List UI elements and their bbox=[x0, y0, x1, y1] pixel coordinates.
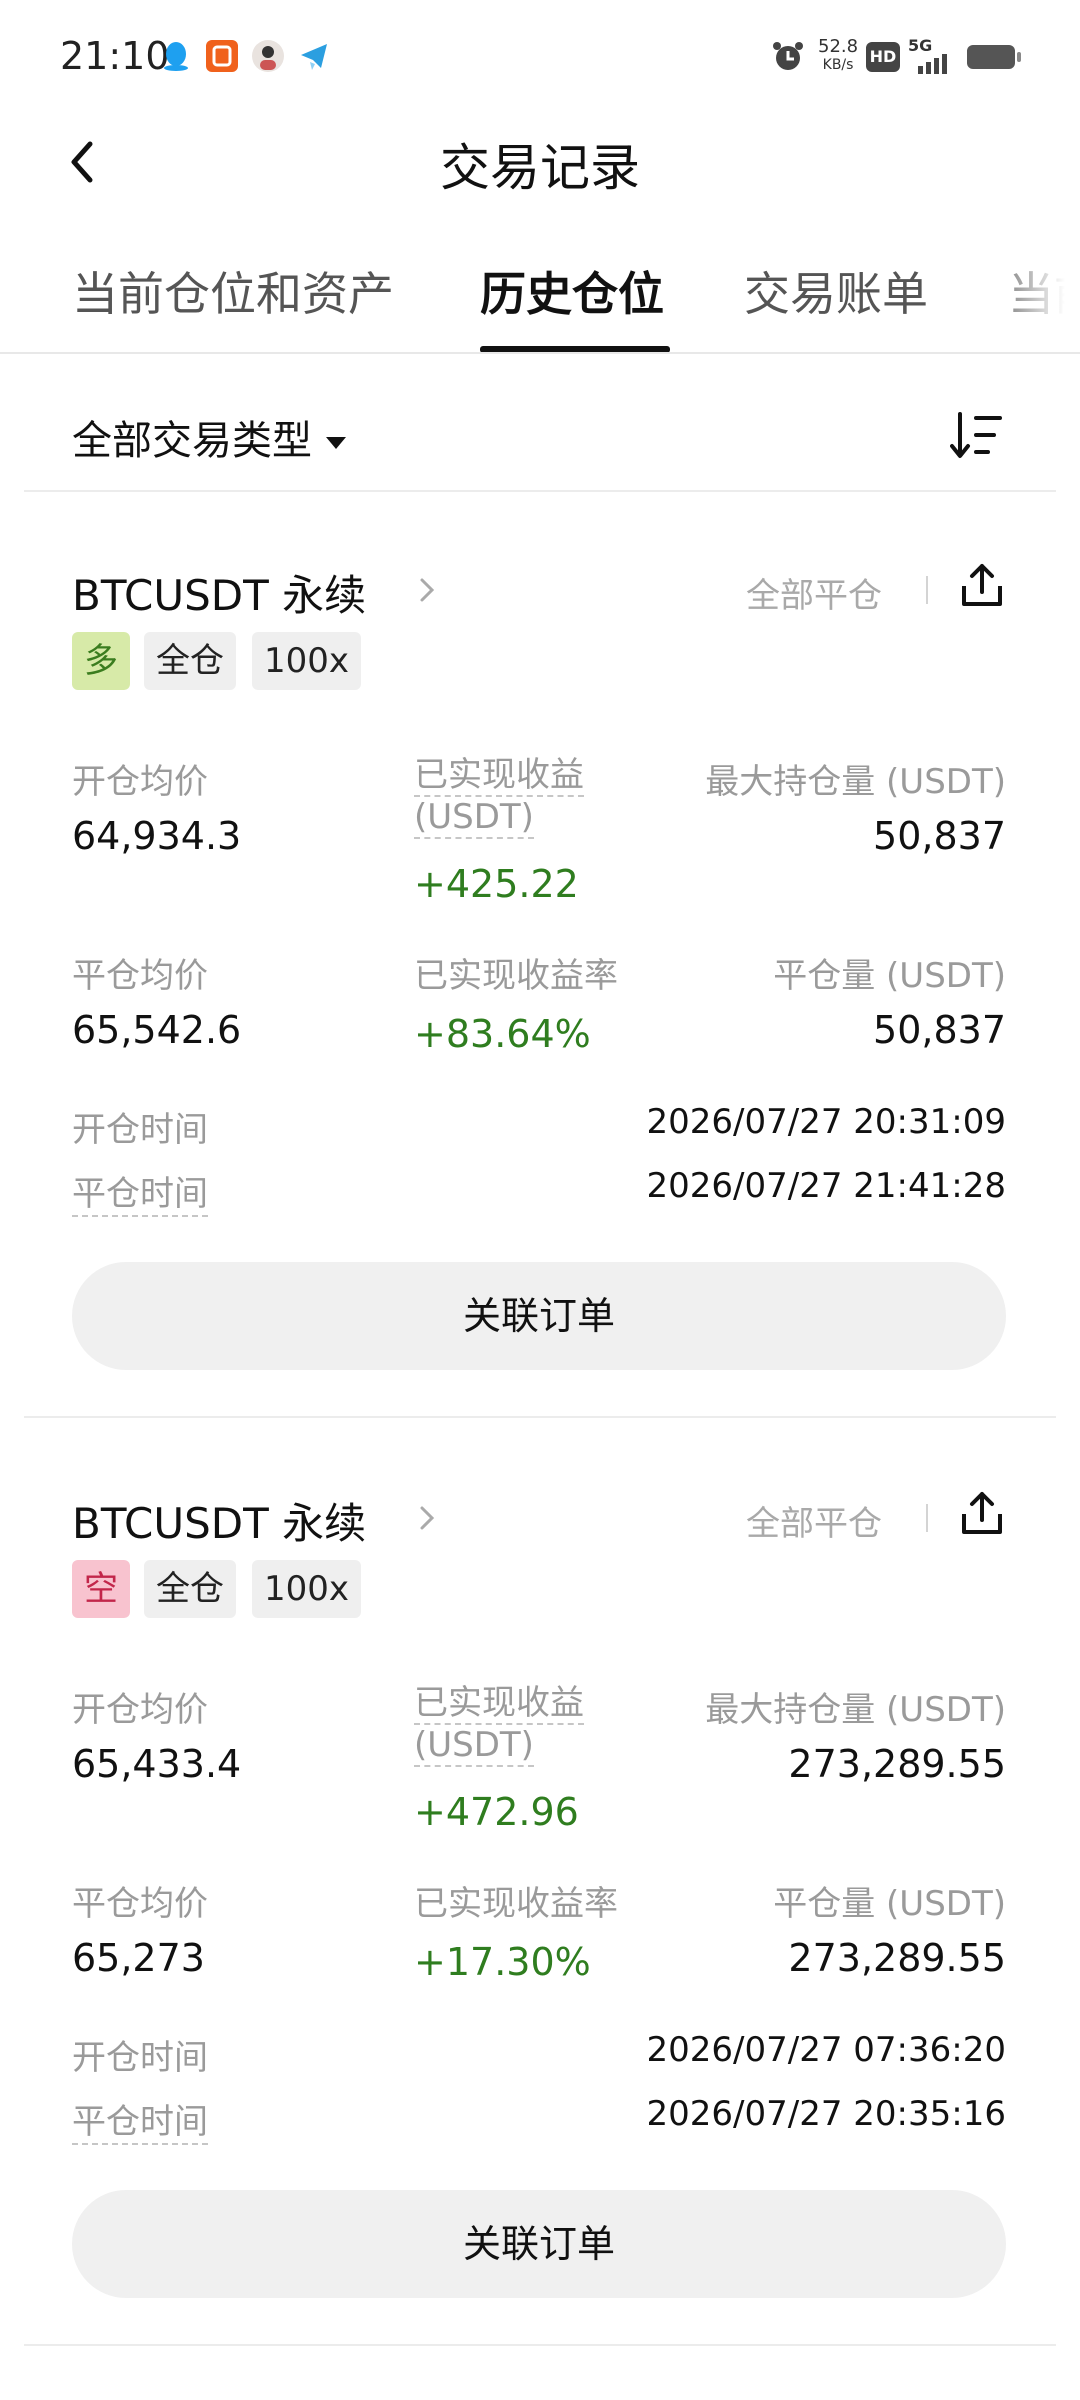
open-price-value: 64,934.3 bbox=[72, 814, 242, 858]
alarm-icon bbox=[770, 38, 806, 74]
chevron-right-icon[interactable] bbox=[412, 570, 442, 610]
leverage-tag: 100x bbox=[252, 632, 362, 690]
open-price-label: 开仓均价 bbox=[72, 1690, 208, 1730]
close-volume-label: 平仓量 (USDT) bbox=[773, 1884, 1006, 1924]
realized-pnl-value: +425.22 bbox=[414, 862, 579, 906]
realized-pnl-label-line1: 已实现收益 bbox=[414, 1683, 584, 1725]
leverage-tag: 100x bbox=[252, 1560, 362, 1618]
close-time-value: 2026/07/27 21:41:28 bbox=[646, 1166, 1006, 1206]
close-price-value: 65,273 bbox=[72, 1936, 205, 1980]
realized-roi-label: 已实现收益率 bbox=[414, 956, 618, 996]
caret-down-icon bbox=[326, 437, 346, 449]
header-separator bbox=[926, 576, 928, 604]
avatar-app-icon bbox=[252, 40, 284, 72]
chevron-right-icon[interactable] bbox=[412, 1498, 442, 1538]
open-time-value: 2026/07/27 07:36:20 bbox=[646, 2030, 1006, 2070]
margin-mode-tag: 全仓 bbox=[144, 632, 236, 690]
realized-roi-value: +83.64% bbox=[414, 1012, 591, 1056]
side-tag: 空 bbox=[72, 1560, 130, 1618]
sort-icon[interactable] bbox=[950, 410, 1004, 460]
max-position-value: 273,289.55 bbox=[788, 1742, 1006, 1786]
open-price-value: 65,433.4 bbox=[72, 1742, 242, 1786]
symbol-label[interactable]: BTCUSDT 永续 bbox=[72, 1490, 366, 1551]
net-speed-value: 52.8 bbox=[818, 36, 859, 57]
realized-pnl-label-line2: (USDT) bbox=[414, 797, 534, 839]
header-separator bbox=[926, 1504, 928, 1532]
position-card: BTCUSDT 永续 全部平仓 空 全仓 100x 开仓均价 65,433.4 … bbox=[0, 1490, 1080, 2390]
close-volume-value: 50,837 bbox=[873, 1008, 1006, 1052]
tab-current-positions[interactable]: 当前仓位和资产 bbox=[72, 258, 394, 324]
max-position-value: 50,837 bbox=[873, 814, 1006, 858]
realized-pnl-label[interactable]: 已实现收益 (USDT) bbox=[414, 754, 584, 839]
status-time: 21:10 bbox=[60, 34, 170, 78]
close-volume-label: 平仓量 (USDT) bbox=[773, 956, 1006, 996]
close-time-label[interactable]: 平仓时间 bbox=[72, 1166, 208, 1217]
net-speed: 52.8 KB/s bbox=[818, 38, 858, 74]
tabs-fade bbox=[980, 240, 1080, 350]
tabs-divider bbox=[0, 352, 1080, 354]
signal-5g: 5G bbox=[908, 36, 960, 76]
close-time-value: 2026/07/27 20:35:16 bbox=[646, 2094, 1006, 2134]
tab-trade-bills[interactable]: 交易账单 bbox=[744, 258, 928, 324]
battery-icon bbox=[966, 44, 1022, 70]
close-time-label[interactable]: 平仓时间 bbox=[72, 2094, 208, 2145]
open-time-value: 2026/07/27 20:31:09 bbox=[646, 1102, 1006, 1142]
max-position-label: 最大持仓量 (USDT) bbox=[705, 762, 1006, 802]
telegram-app-icon bbox=[298, 40, 330, 72]
orange-app-icon bbox=[206, 40, 238, 72]
filter-divider bbox=[24, 490, 1056, 492]
trade-type-filter[interactable]: 全部交易类型 bbox=[72, 408, 346, 466]
realized-pnl-label-line2: (USDT) bbox=[414, 1725, 534, 1767]
max-position-label: 最大持仓量 (USDT) bbox=[705, 1690, 1006, 1730]
realized-pnl-label-line1: 已实现收益 bbox=[414, 755, 584, 797]
hd-badge: HD bbox=[866, 42, 900, 72]
page-title: 交易记录 bbox=[440, 139, 640, 197]
related-orders-button[interactable]: 关联订单 bbox=[72, 1262, 1006, 1370]
share-icon[interactable] bbox=[960, 1490, 1004, 1536]
card-divider bbox=[24, 2344, 1056, 2346]
close-all-status: 全部平仓 bbox=[746, 1504, 882, 1544]
position-card: BTCUSDT 永续 全部平仓 多 全仓 100x 开仓均价 64,934.3 … bbox=[0, 562, 1080, 1462]
realized-roi-value: +17.30% bbox=[414, 1940, 591, 1984]
qq-app-icon bbox=[160, 40, 192, 72]
close-price-value: 65,542.6 bbox=[72, 1008, 242, 1052]
symbol-label[interactable]: BTCUSDT 永续 bbox=[72, 562, 366, 623]
open-time-label: 开仓时间 bbox=[72, 2038, 208, 2078]
realized-pnl-label[interactable]: 已实现收益 (USDT) bbox=[414, 1682, 584, 1767]
trade-type-filter-label: 全部交易类型 bbox=[72, 418, 312, 464]
close-price-label: 平仓均价 bbox=[72, 1884, 208, 1924]
related-orders-button[interactable]: 关联订单 bbox=[72, 2190, 1006, 2298]
open-time-label: 开仓时间 bbox=[72, 1110, 208, 1150]
close-all-status: 全部平仓 bbox=[746, 576, 882, 616]
side-tag: 多 bbox=[72, 632, 130, 690]
tab-position-history[interactable]: 历史仓位 bbox=[480, 258, 664, 324]
card-divider bbox=[24, 1416, 1056, 1418]
net-speed-unit: KB/s bbox=[822, 57, 854, 73]
realized-pnl-value: +472.96 bbox=[414, 1790, 579, 1834]
close-volume-value: 273,289.55 bbox=[788, 1936, 1006, 1980]
share-icon[interactable] bbox=[960, 562, 1004, 608]
close-price-label: 平仓均价 bbox=[72, 956, 208, 996]
open-price-label: 开仓均价 bbox=[72, 762, 208, 802]
status-bar: 21:10 52.8 KB/s HD 5G bbox=[0, 0, 1080, 110]
realized-roi-label: 已实现收益率 bbox=[414, 1884, 618, 1924]
margin-mode-tag: 全仓 bbox=[144, 1560, 236, 1618]
